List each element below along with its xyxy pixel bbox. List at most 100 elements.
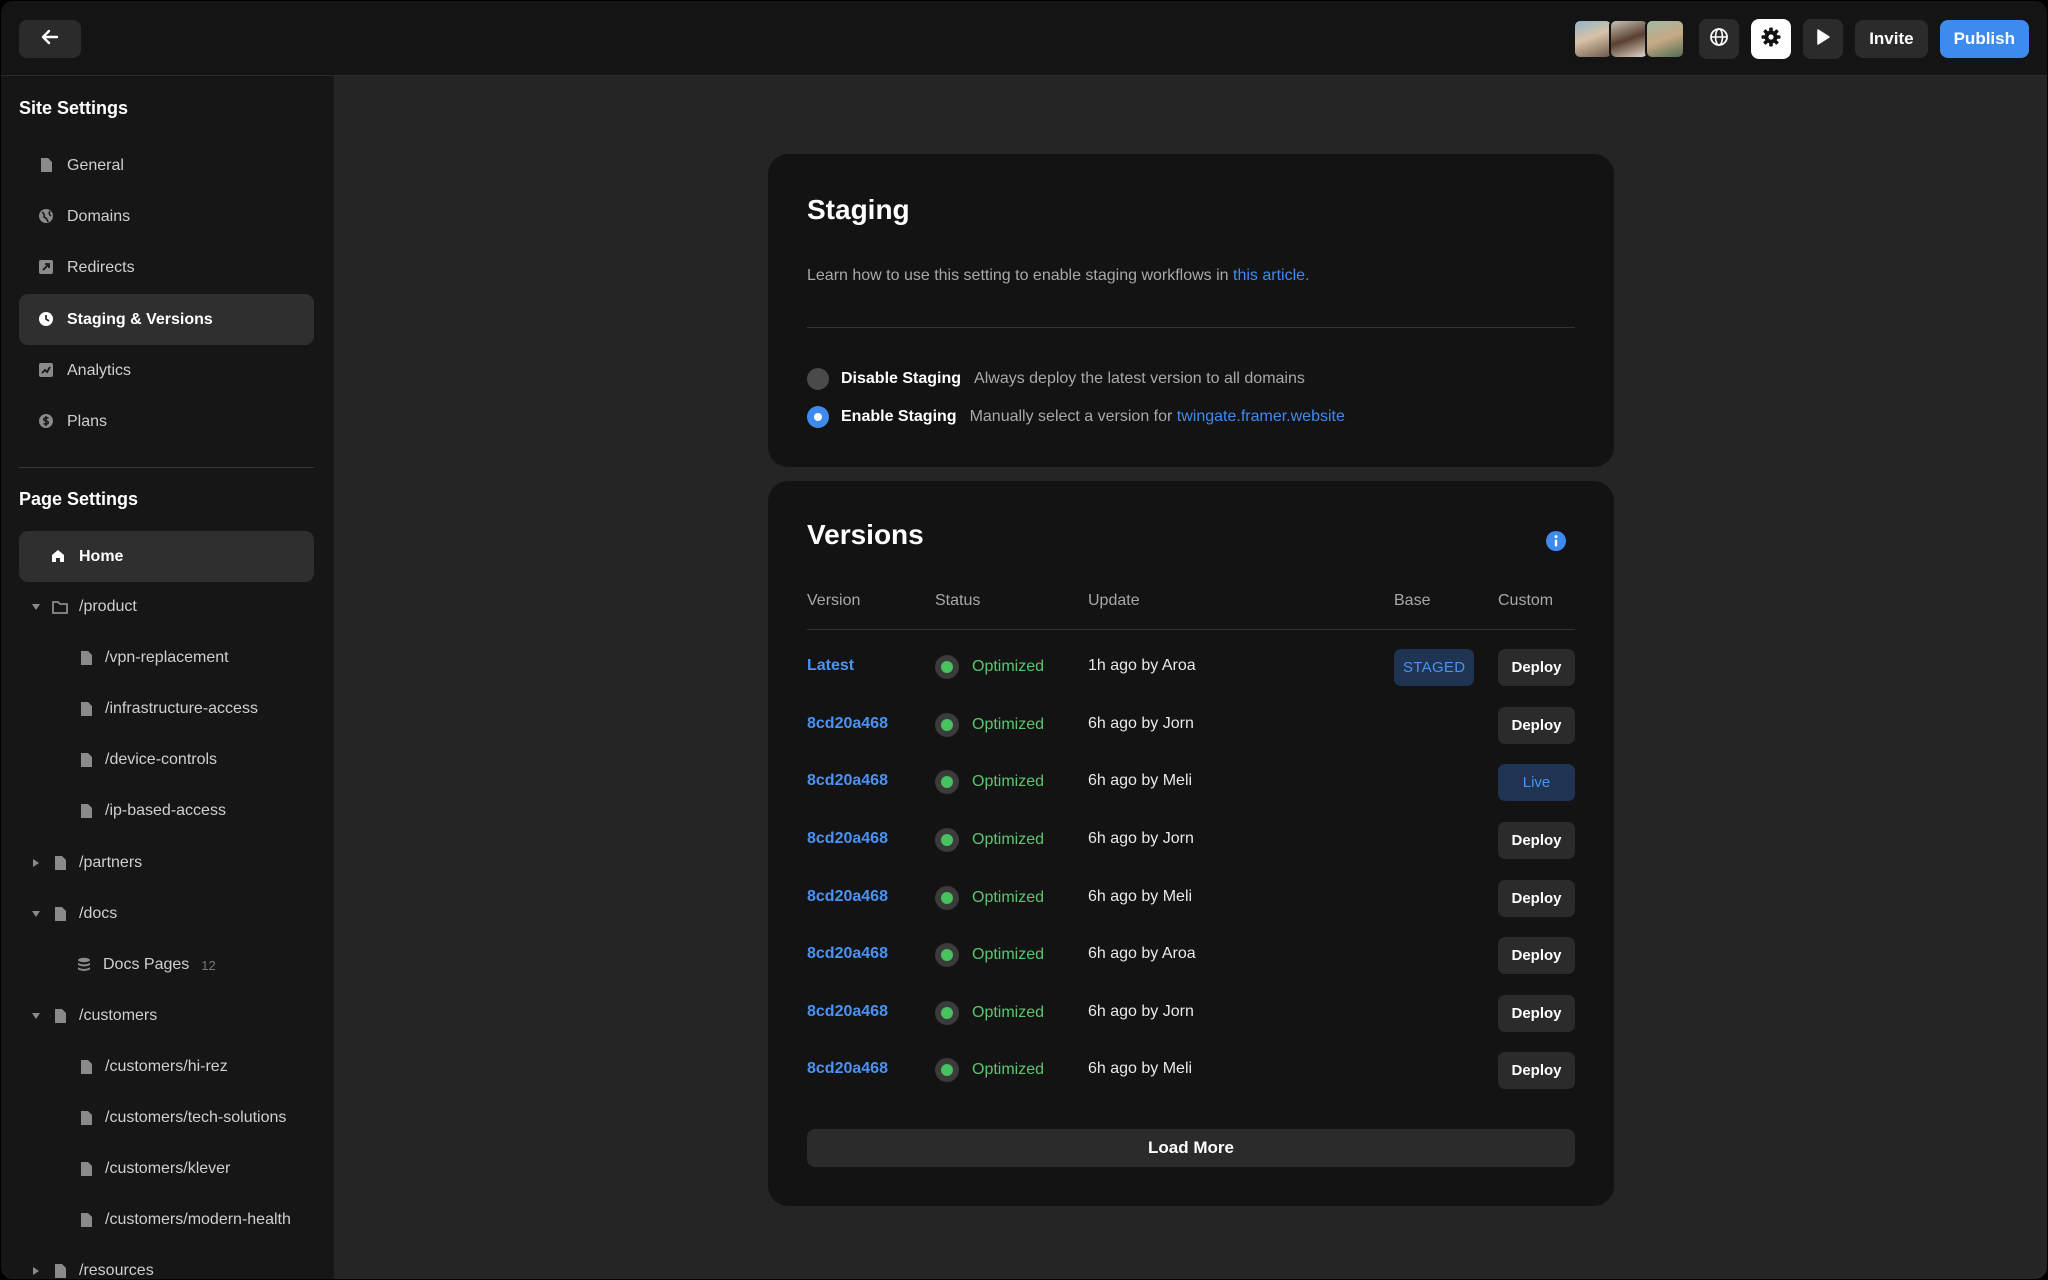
column-header-base: Base [1394, 592, 1430, 610]
chevron-right-icon[interactable] [29, 1267, 43, 1275]
sidebar-item-label: Domains [67, 208, 130, 226]
redirect-icon [37, 258, 55, 276]
tree-item-label: /infrastructure-access [105, 700, 258, 718]
deploy-button[interactable]: Deploy [1498, 822, 1575, 859]
invite-button[interactable]: Invite [1855, 20, 1927, 58]
avatar[interactable] [1609, 19, 1649, 59]
tree-item-label: /customers/tech-solutions [105, 1109, 286, 1127]
update-info: 6h ago by Meli [1088, 772, 1192, 790]
tree-item-label: /docs [79, 905, 117, 923]
file-icon [77, 1109, 95, 1127]
status-dot-icon [935, 1058, 959, 1082]
publish-button[interactable]: Publish [1940, 20, 2029, 58]
chart-icon [37, 361, 55, 379]
tree-item-customers-klever[interactable]: /customers/klever [77, 1149, 230, 1189]
sidebar-item-staging-versions[interactable]: Staging & Versions [19, 294, 314, 345]
deploy-button[interactable]: Deploy [1498, 649, 1575, 686]
sidebar-item-label: Redirects [67, 259, 135, 277]
deploy-button[interactable]: Deploy [1498, 937, 1575, 974]
chevron-down-icon[interactable] [29, 911, 43, 917]
file-icon [77, 700, 95, 718]
load-more-button[interactable]: Load More [807, 1129, 1575, 1167]
chevron-right-icon[interactable] [29, 859, 43, 867]
tree-item-customers-hi-rez[interactable]: /customers/hi-rez [77, 1047, 228, 1087]
tree-item-customers[interactable]: /customers [29, 996, 157, 1036]
version-link[interactable]: 8cd20a468 [807, 830, 888, 848]
sidebar-item-analytics[interactable]: Analytics [19, 345, 314, 396]
sidebar-item-general[interactable]: General [19, 140, 314, 191]
gear-icon [1760, 26, 1782, 53]
versions-title: Versions [807, 519, 924, 551]
tree-item-label: /partners [79, 854, 142, 872]
live-button[interactable]: Live [1498, 764, 1575, 801]
enable-staging-radio[interactable] [807, 406, 829, 428]
option-label: Enable Staging [841, 408, 957, 426]
preview-button[interactable] [1803, 19, 1843, 59]
table-row: Latest Optimized 1h ago by Aroa STAGED D… [768, 639, 1614, 697]
column-header-status: Status [935, 592, 980, 610]
tree-item-label: /customers/klever [105, 1160, 230, 1178]
version-link[interactable]: Latest [807, 657, 854, 675]
table-row: 8cd20a468 Optimized 6h ago by Jorn Deplo… [768, 985, 1614, 1043]
file-icon [51, 854, 69, 872]
version-link[interactable]: 8cd20a468 [807, 888, 888, 906]
enable-staging-option[interactable]: Enable Staging Manually select a version… [841, 408, 1345, 426]
version-link[interactable]: 8cd20a468 [807, 1060, 888, 1078]
info-icon[interactable] [1546, 531, 1566, 551]
deploy-button[interactable]: Deploy [1498, 995, 1575, 1032]
file-icon [51, 1262, 69, 1279]
table-row: 8cd20a468 Optimized 6h ago by Meli Live [768, 754, 1614, 812]
tree-item-customers-modern-health[interactable]: /customers/modern-health [77, 1200, 291, 1240]
chevron-down-icon[interactable] [29, 1013, 43, 1019]
version-link[interactable]: 8cd20a468 [807, 715, 888, 733]
sidebar-item-plans[interactable]: Plans [19, 396, 314, 447]
update-info: 6h ago by Jorn [1088, 715, 1194, 733]
dollar-icon [37, 412, 55, 430]
status-dot-icon [935, 1001, 959, 1025]
sidebar-divider [19, 467, 314, 468]
globe-button[interactable] [1699, 19, 1739, 59]
sidebar-item-home[interactable]: Home [19, 531, 314, 582]
tree-item-partners[interactable]: /partners [29, 843, 142, 883]
update-info: 6h ago by Meli [1088, 888, 1192, 906]
avatar[interactable] [1573, 19, 1613, 59]
article-link[interactable]: this article [1233, 267, 1305, 284]
deploy-button[interactable]: Deploy [1498, 880, 1575, 917]
avatar[interactable] [1645, 19, 1685, 59]
tree-item-product[interactable]: /product [29, 587, 137, 627]
deploy-button[interactable]: Deploy [1498, 1052, 1575, 1089]
file-icon [77, 802, 95, 820]
tree-item-label: /resources [79, 1262, 154, 1279]
tree-item-docs[interactable]: /docs [29, 894, 117, 934]
sidebar-item-redirects[interactable]: Redirects [19, 242, 314, 293]
status-indicator: Optimized [935, 713, 1044, 737]
version-link[interactable]: 8cd20a468 [807, 772, 888, 790]
disable-staging-option[interactable]: Disable Staging Always deploy the latest… [841, 370, 1305, 388]
tree-item-infrastructure-access[interactable]: /infrastructure-access [77, 689, 258, 729]
back-button[interactable] [19, 20, 81, 58]
status-dot-icon [935, 886, 959, 910]
tree-item-docs-pages[interactable]: Docs Pages 12 [75, 945, 216, 985]
toolbar-right: Invite Publish [1573, 19, 2029, 59]
chevron-down-icon[interactable] [29, 604, 43, 610]
tree-item-resources[interactable]: /resources [29, 1251, 154, 1279]
tree-item-label: /vpn-replacement [105, 649, 229, 667]
tree-item-ip-based-access[interactable]: /ip-based-access [77, 791, 226, 831]
tree-item-device-controls[interactable]: /device-controls [77, 740, 217, 780]
settings-button[interactable] [1751, 19, 1791, 59]
clock-icon [37, 310, 55, 328]
file-icon [77, 1058, 95, 1076]
domain-link[interactable]: twingate.framer.website [1177, 408, 1345, 425]
version-link[interactable]: 8cd20a468 [807, 945, 888, 963]
collaborator-avatars[interactable] [1573, 19, 1685, 59]
version-link[interactable]: 8cd20a468 [807, 1003, 888, 1021]
database-icon [75, 956, 93, 974]
disable-staging-radio[interactable] [807, 368, 829, 390]
status-dot-icon [935, 770, 959, 794]
sidebar-item-domains[interactable]: Domains [19, 191, 314, 242]
deploy-button[interactable]: Deploy [1498, 707, 1575, 744]
tree-item-vpn-replacement[interactable]: /vpn-replacement [77, 638, 229, 678]
staging-description: Learn how to use this setting to enable … [807, 267, 1310, 285]
tree-item-customers-tech-solutions[interactable]: /customers/tech-solutions [77, 1098, 286, 1138]
status-indicator: Optimized [935, 770, 1044, 794]
